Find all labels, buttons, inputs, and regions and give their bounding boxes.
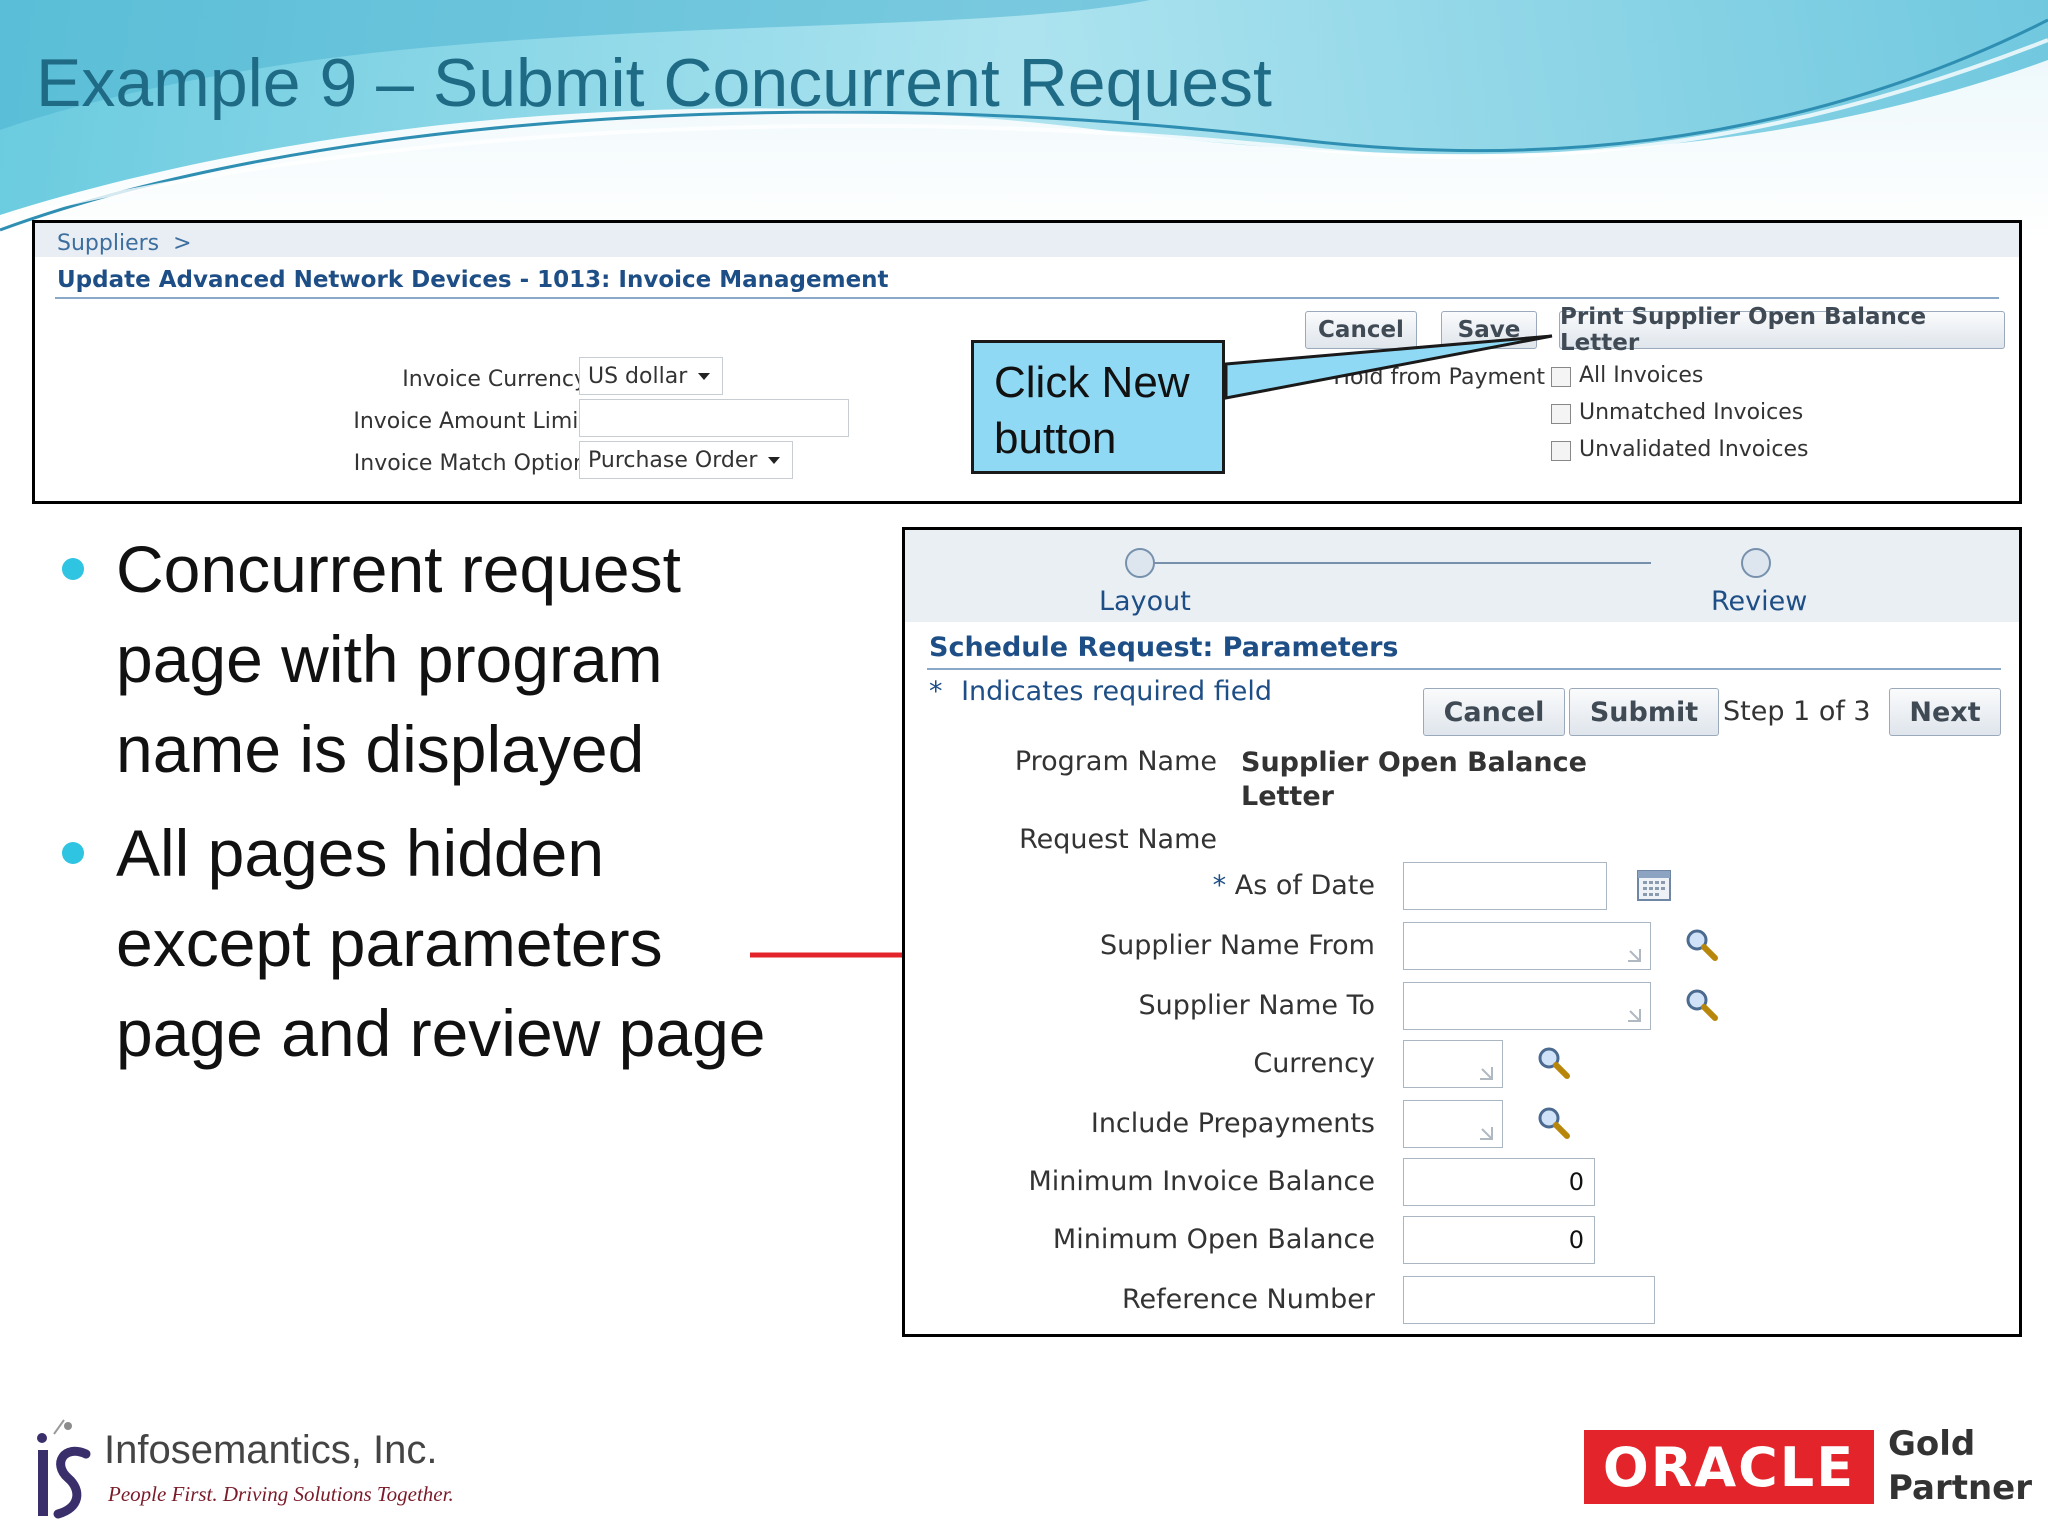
bullet-2-line-2: except parameters (116, 906, 663, 980)
currency-input[interactable] (1403, 1040, 1503, 1088)
required-star: * (1212, 870, 1227, 901)
search-icon[interactable] (1535, 1104, 1571, 1140)
supplier-name-to-input[interactable] (1403, 982, 1651, 1030)
supplier-name-from-label: Supplier Name From (1100, 930, 1375, 961)
step-indicator: Step 1 of 3 (1723, 696, 1871, 727)
train-step-review-label: Review (1711, 586, 1808, 617)
include-prepayments-input[interactable] (1403, 1100, 1503, 1148)
search-icon[interactable] (1535, 1044, 1571, 1080)
calendar-icon[interactable] (1635, 866, 1673, 904)
schedule-request-screenshot: Layout Review Schedule Request: Paramete… (902, 527, 2022, 1337)
bullet-2-line-3: page and review page (116, 996, 766, 1070)
train-bar (905, 530, 2019, 622)
program-name-label: Program Name (1014, 746, 1217, 777)
infosemantics-logo: Infosemantics, Inc. People First. Drivin… (24, 1404, 478, 1534)
bullet-1: Concurrent request page with program nam… (116, 524, 681, 794)
currency-label: Currency (1253, 1048, 1375, 1079)
program-name-line-2: Letter (1241, 781, 1334, 812)
resize-corner-icon (1628, 1009, 1641, 1022)
submit-button[interactable]: Submit (1569, 688, 1719, 736)
bullet-2: All pages hidden except parameters page … (116, 808, 766, 1078)
resize-corner-icon (1628, 949, 1641, 962)
page-title: Schedule Request: Parameters (929, 632, 1399, 663)
train-connector (1141, 562, 1651, 564)
reference-number-label: Reference Number (1121, 1284, 1375, 1315)
gold-partner-line-2: Partner (1888, 1468, 2033, 1508)
company-tagline: People First. Driving Solutions Together… (108, 1482, 454, 1506)
minimum-open-balance-label: Minimum Open Balance (1052, 1224, 1375, 1255)
gold-partner-label: Gold Partner (1888, 1422, 2032, 1510)
infosemantics-mark (37, 1419, 91, 1519)
minimum-invoice-balance-input[interactable]: 0 (1403, 1158, 1595, 1206)
as-of-date-label: * As of Date (1213, 870, 1375, 901)
bullet-2-line-1: All pages hidden (116, 816, 605, 890)
bullet-dot (62, 842, 84, 864)
as-of-date-input[interactable] (1403, 862, 1607, 910)
next-button[interactable]: Next (1889, 688, 2001, 736)
company-name: Infosemantics, Inc. (104, 1428, 438, 1472)
callout-line-1: Click New (994, 358, 1190, 407)
train-step-layout-label: Layout (1099, 586, 1191, 617)
required-note-text: Indicates required field (961, 676, 1273, 707)
search-icon[interactable] (1683, 986, 1719, 1022)
resize-corner-icon (1480, 1127, 1493, 1140)
required-note: * Indicates required field (929, 676, 1272, 707)
program-name-line-1: Supplier Open Balance (1241, 747, 1587, 778)
cancel-button[interactable]: Cancel (1423, 688, 1565, 736)
train-step-review-node[interactable] (1741, 548, 1771, 578)
bullet-dot (62, 558, 84, 580)
search-icon[interactable] (1683, 926, 1719, 962)
click-new-callout: Click New button (971, 340, 1225, 474)
oracle-logo-text: ORACLE (1602, 1435, 1856, 1499)
reference-number-input[interactable] (1403, 1276, 1655, 1324)
minimum-open-balance-input[interactable]: 0 (1403, 1216, 1595, 1264)
minimum-invoice-balance-label: Minimum Invoice Balance (1028, 1166, 1375, 1197)
resize-corner-icon (1480, 1067, 1493, 1080)
callout-line-2: button (994, 414, 1117, 463)
as-of-date-label-text: As of Date (1234, 870, 1375, 901)
program-name-value: Supplier Open Balance Letter (1241, 746, 1587, 814)
bullet-1-line-1: Concurrent request (116, 532, 681, 606)
supplier-name-to-label: Supplier Name To (1138, 990, 1376, 1021)
required-star: * (929, 676, 943, 707)
bullet-1-line-3: name is displayed (116, 712, 645, 786)
include-prepayments-label: Include Prepayments (1090, 1108, 1375, 1139)
heading-divider (927, 668, 2001, 670)
supplier-name-from-input[interactable] (1403, 922, 1651, 970)
gold-partner-line-1: Gold (1888, 1424, 1976, 1464)
train-step-layout-node[interactable] (1125, 548, 1155, 578)
request-name-label: Request Name (1019, 824, 1217, 855)
bullet-1-line-2: page with program (116, 622, 663, 696)
